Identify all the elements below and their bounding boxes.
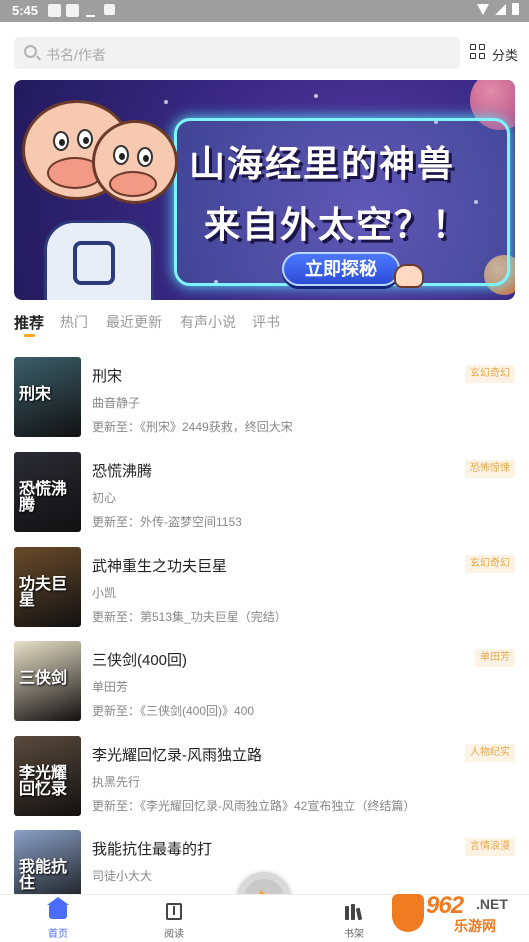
book-author: 司徒小大大 [92, 869, 153, 883]
promo-banner[interactable]: 山海经里的神兽 来自外太空？！ 立即探秘 [14, 80, 515, 300]
book-latest-update: 更新至：外传-盗梦空间1153 [92, 515, 242, 529]
book-author: 初心 [92, 491, 117, 505]
tab-audio-novels[interactable]: 有声小说 [180, 312, 236, 332]
book-genre-tag: 言情浪漫 [465, 838, 515, 856]
category-label: 分类 [492, 48, 519, 63]
nav-home-label: 首页 [48, 929, 68, 940]
shield-logo-icon [392, 894, 424, 932]
book-cover: 李光耀回忆录 [14, 736, 81, 816]
book-genre-tag: 单田芳 [475, 649, 515, 667]
book-title: 三侠剑(400回) [92, 652, 188, 669]
notification-icon [48, 4, 61, 17]
wifi-icon [477, 3, 489, 15]
tab-hot[interactable]: 热门 [60, 312, 88, 332]
book-title: 恐慌沸腾 [92, 463, 153, 480]
mascot-body [44, 220, 154, 300]
book-cover-title: 功夫巨星 [19, 576, 68, 609]
book-latest-update: 更新至：《三侠剑(400回)》400 [92, 704, 255, 718]
book-genre-tag: 玄幻奇幻 [465, 555, 515, 573]
search-placeholder: 书名/作者 [46, 47, 106, 63]
book-cover: 恐慌沸腾 [14, 452, 81, 532]
book-cover: 刑宋 [14, 357, 81, 437]
book-genre-tag: 玄幻奇幻 [465, 365, 515, 383]
active-tab-indicator [24, 334, 35, 337]
nav-bookshelf-label: 书架 [344, 929, 364, 940]
book-latest-update: 更新至：《李光耀回忆录-风雨独立路》42宣布独立（终结篇） [92, 799, 416, 813]
status-bar: 5:45 [0, 0, 529, 22]
book-latest-update: 更新至：第513集_功夫巨星（完结） [92, 610, 287, 624]
book-cover-title: 李光耀回忆录 [19, 765, 68, 798]
book-title: 刑宋 [92, 368, 123, 385]
book-title: 武神重生之功夫巨星 [92, 558, 228, 575]
search-input[interactable]: 书名/作者 [14, 37, 460, 69]
book-cover-title: 刑宋 [19, 386, 52, 403]
watermark-name: 乐游网 [454, 918, 496, 934]
nav-home[interactable]: 首页 [28, 897, 88, 941]
banner-headline: 山海经里的神兽 [189, 143, 456, 184]
book-cover: 三侠剑 [14, 641, 81, 721]
app-notification-icon [104, 4, 115, 15]
home-icon [47, 897, 69, 919]
status-time: 5:45 [12, 3, 39, 18]
tab-recent-updates[interactable]: 最近更新 [106, 312, 162, 332]
book-list-item[interactable]: 功夫巨星 武神重生之功夫巨星 小凯更新至：第513集_功夫巨星（完结） 玄幻奇幻 [14, 547, 515, 629]
nav-bookshelf[interactable]: 书架 [324, 901, 384, 941]
book-author: 曲音静子 [92, 396, 141, 410]
search-icon [24, 45, 37, 58]
book-cover-title: 恐慌沸腾 [19, 481, 68, 514]
book-list-item[interactable]: 三侠剑 三侠剑(400回) 单田芳更新至：《三侠剑(400回)》400 单田芳 [14, 641, 515, 723]
book-list-item[interactable]: 恐慌沸腾 恐慌沸腾 初心 更新至：外传-盗梦空间1153 恐怖惊悚 [14, 452, 515, 534]
nav-read-label: 阅读 [164, 929, 184, 940]
book-title: 李光耀回忆录-风雨独立路 [92, 747, 262, 764]
book-author: 单田芳 [92, 680, 129, 694]
grid-icon [470, 44, 487, 61]
tab-recommend[interactable]: 推荐 [14, 312, 44, 333]
pig-mascot [92, 120, 178, 204]
signal-icon [495, 3, 506, 15]
explore-button[interactable]: 立即探秘 [282, 252, 400, 286]
pointer-hand-icon [394, 264, 424, 288]
book-genre-tag: 人物纪实 [465, 744, 515, 762]
book-genre-tag: 恐怖惊悚 [465, 460, 515, 478]
book-title: 我能抗住最毒的打 [92, 841, 213, 858]
book-list-item[interactable]: 李光耀回忆录 李光耀回忆录-风雨独立路 执黑先行更新至：《李光耀回忆录-风雨独立路》… [14, 736, 515, 818]
notification-icon [66, 4, 79, 17]
book-cover: 功夫巨星 [14, 547, 81, 627]
battery-icon [512, 3, 519, 15]
tab-storytelling[interactable]: 评书 [252, 312, 280, 332]
nav-read[interactable]: 阅读 [144, 901, 204, 941]
watermark-logo: 962 .NET 乐游网 [392, 892, 522, 936]
bookshelf-icon [345, 904, 363, 921]
watermark-net: .NET [476, 896, 508, 912]
book-cover-title: 我能抗住 [19, 859, 68, 892]
book-cover-title: 三侠剑 [19, 670, 68, 687]
book-author: 执黑先行 [92, 775, 141, 789]
book-list-item[interactable]: 刑宋 刑宋 曲音静子 更新至：《刑宋》2449获救，终回大宋 玄幻奇幻 [14, 357, 515, 439]
category-button[interactable]: 分类 [470, 43, 520, 63]
book-icon [166, 903, 182, 920]
book-author: 小凯 [92, 586, 117, 600]
banner-subheadline: 来自外太空？！ [204, 204, 471, 245]
book-latest-update: 更新至：《刑宋》2449获救，终回大宋 [92, 420, 293, 434]
download-icon [86, 4, 95, 17]
